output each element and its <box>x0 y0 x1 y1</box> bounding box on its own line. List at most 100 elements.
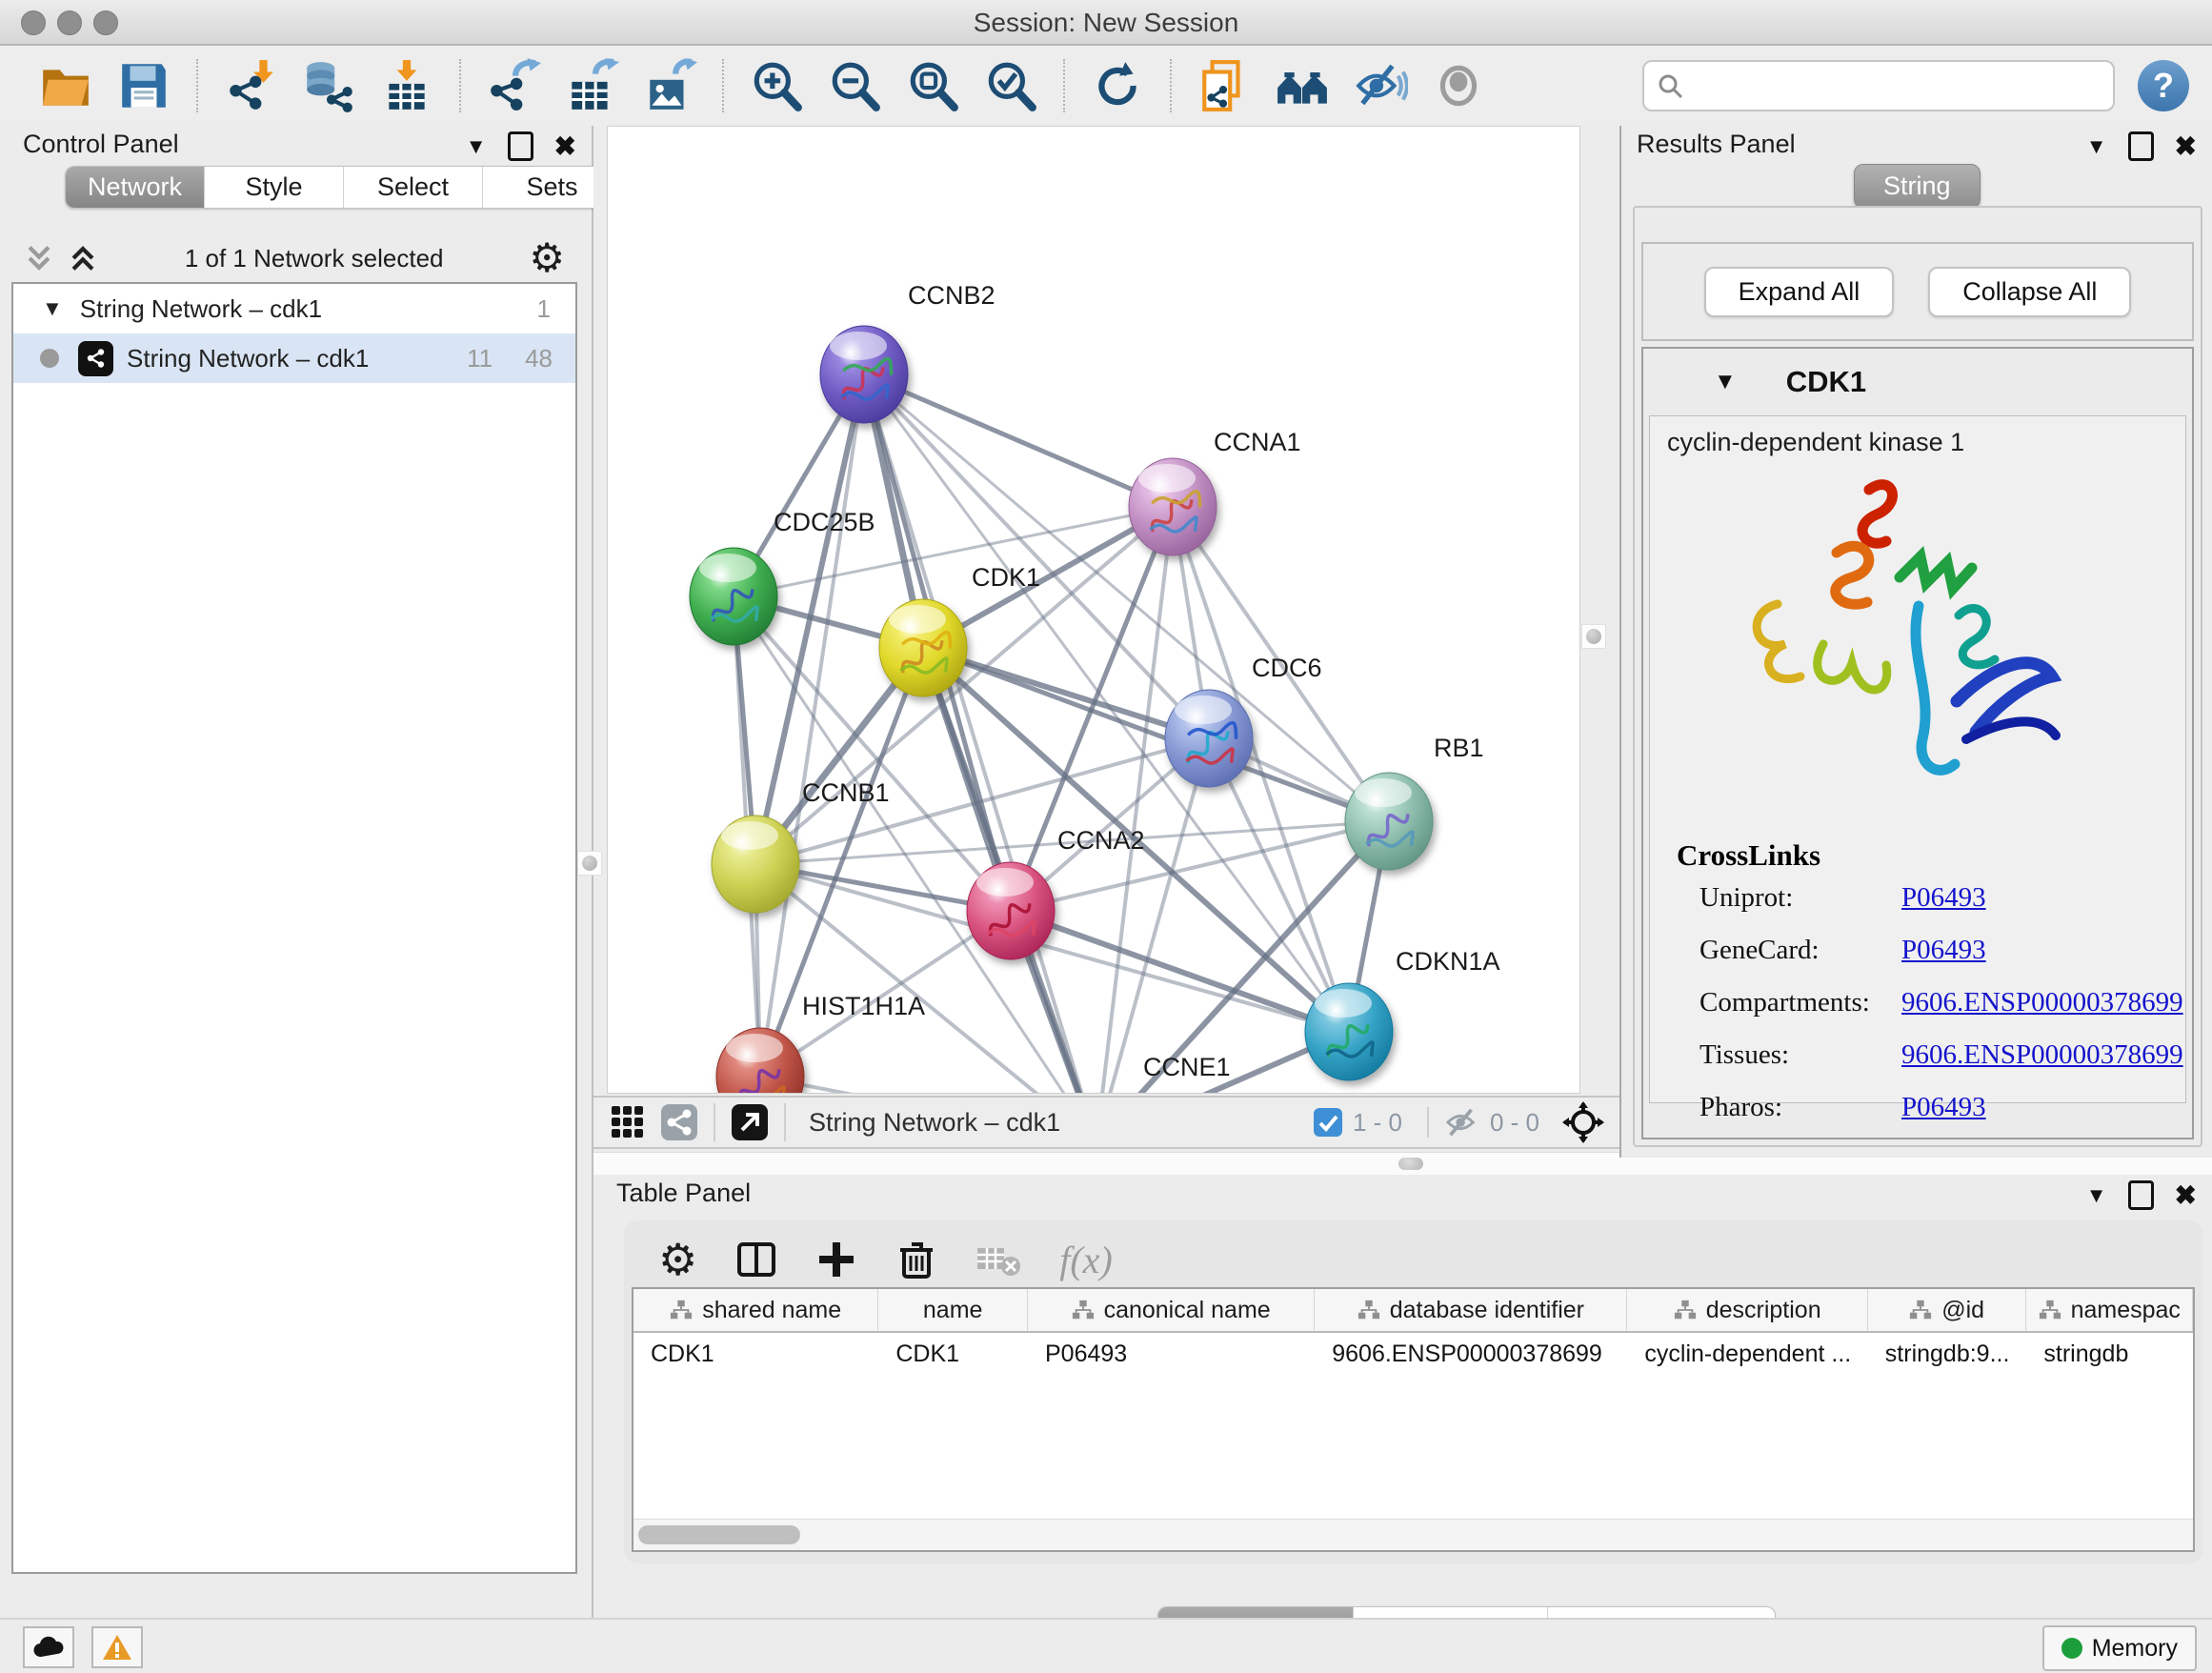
panel-minimize-icon[interactable]: ▼ <box>466 136 487 157</box>
column-header-description[interactable]: description <box>1627 1289 1867 1331</box>
expand-all-button[interactable]: Expand All <box>1704 267 1895 317</box>
column-header-canonical-name[interactable]: canonical name <box>1028 1289 1315 1331</box>
node-CCNA1[interactable] <box>1129 458 1217 555</box>
hidden-eye-icon[interactable] <box>1444 1106 1480 1139</box>
network-options-gear-icon[interactable]: ⚙ <box>529 238 565 278</box>
collapse-all-networks-icon[interactable] <box>67 242 99 274</box>
search-input[interactable] <box>1684 71 2101 102</box>
column-header-shared-name[interactable]: shared name <box>633 1289 878 1331</box>
table-cell[interactable]: P06493 <box>1028 1333 1315 1377</box>
hide-selected-icon[interactable] <box>1353 58 1408 113</box>
grid-view-icon[interactable] <box>609 1103 647 1141</box>
search-field[interactable] <box>1642 60 2115 111</box>
zoom-fit-icon[interactable] <box>905 58 960 113</box>
new-network-from-selection-icon[interactable] <box>1196 58 1252 113</box>
column-header-database-identifier[interactable]: database identifier <box>1315 1289 1627 1331</box>
results-tab-string[interactable]: String <box>1854 164 1981 209</box>
node-RB1[interactable] <box>1345 773 1433 870</box>
import-table-icon[interactable] <box>379 58 434 113</box>
network-canvas[interactable]: CCNB2CCNA1CDC25BCDK1CDC6RB1CCNB1CCNA2CDK… <box>607 126 1580 1094</box>
panel-float-icon[interactable] <box>2128 1180 2154 1210</box>
save-session-icon[interactable] <box>116 58 171 113</box>
export-network-icon[interactable] <box>486 58 541 113</box>
node-CDC6[interactable] <box>1165 690 1253 787</box>
export-image-icon[interactable] <box>642 58 697 113</box>
left-splitter-handle[interactable] <box>577 851 602 876</box>
open-session-icon[interactable] <box>38 58 93 113</box>
crosslink-link[interactable]: 9606.ENSP00000378699 <box>1901 1039 2183 1071</box>
tab-network[interactable]: Network <box>66 167 205 208</box>
memory-status-dot-icon <box>2061 1638 2082 1659</box>
first-neighbors-icon[interactable] <box>1275 58 1330 113</box>
table-cell[interactable]: 9606.ENSP00000378699 <box>1315 1333 1627 1377</box>
scrollbar-thumb[interactable] <box>638 1525 800 1544</box>
table-cell[interactable]: CDK1 <box>633 1333 878 1377</box>
network-row-selected[interactable]: String Network – cdk1 11 48 <box>13 333 575 383</box>
panel-float-icon[interactable] <box>2128 131 2154 161</box>
column-label: namespac <box>2071 1297 2181 1324</box>
table-cell[interactable]: stringdb:9... <box>1868 1333 2027 1377</box>
right-splitter-handle[interactable] <box>1581 624 1606 649</box>
tab-select[interactable]: Select <box>344 167 483 208</box>
warnings-button[interactable] <box>91 1626 143 1668</box>
edge-b2-rb[interactable] <box>864 374 1389 821</box>
import-network-database-icon[interactable] <box>301 58 356 113</box>
table-horizontal-scrollbar[interactable] <box>633 1519 2193 1550</box>
birdseye-view-icon[interactable] <box>731 1103 769 1141</box>
network-collection-row[interactable]: ▼ String Network – cdk1 1 <box>13 284 575 333</box>
network-edges[interactable] <box>734 374 1389 1093</box>
edge-h1-e1[interactable] <box>760 1077 1096 1093</box>
column-header-namespac[interactable]: namespac <box>2026 1289 2193 1331</box>
selected-checkbox-icon[interactable] <box>1313 1107 1343 1138</box>
panel-close-icon[interactable]: ✖ <box>2175 133 2197 160</box>
show-all-icon[interactable] <box>1431 58 1486 113</box>
edge-b2-p21[interactable] <box>864 374 1349 1032</box>
refresh-icon[interactable] <box>1090 58 1145 113</box>
zoom-in-icon[interactable] <box>749 58 804 113</box>
crosshair-mode-icon[interactable] <box>1562 1101 1604 1143</box>
collection-disclosure-icon[interactable]: ▼ <box>42 296 63 321</box>
horizontal-splitter-handle[interactable] <box>1398 1158 1423 1170</box>
crosslink-link[interactable]: P06493 <box>1901 882 1986 914</box>
import-network-file-icon[interactable] <box>223 58 278 113</box>
cloud-status-button[interactable] <box>23 1626 74 1668</box>
memory-button[interactable]: Memory <box>2042 1625 2197 1671</box>
entry-disclosure-icon[interactable]: ▼ <box>1714 369 1737 395</box>
edge-b2-a1[interactable] <box>864 374 1173 507</box>
node-CDKN1A[interactable] <box>1305 983 1393 1080</box>
network-share-view-icon[interactable] <box>660 1103 698 1141</box>
panel-minimize-icon[interactable]: ▼ <box>2086 1185 2107 1206</box>
crosslink-link[interactable]: P06493 <box>1901 935 1986 966</box>
panel-minimize-icon[interactable]: ▼ <box>2086 136 2107 157</box>
column-header-name[interactable]: name <box>878 1289 1028 1331</box>
node-CDC25B[interactable] <box>690 548 777 645</box>
node-CCNA2[interactable] <box>967 862 1055 959</box>
zoom-out-icon[interactable] <box>827 58 882 113</box>
export-table-icon[interactable] <box>564 58 619 113</box>
show-columns-icon[interactable] <box>735 1239 777 1280</box>
delete-column-icon[interactable] <box>895 1239 937 1280</box>
node-HIST1H1A[interactable] <box>716 1028 804 1093</box>
node-result-header[interactable]: ▼ CDK1 <box>1643 349 2192 415</box>
crosslink-link[interactable]: 9606.ENSP00000378699 <box>1901 987 2183 1018</box>
zoom-selected-icon[interactable] <box>983 58 1038 113</box>
panel-close-icon[interactable]: ✖ <box>2175 1182 2197 1209</box>
crosslink-label: Tissues: <box>1699 1039 1901 1071</box>
help-button[interactable]: ? <box>2138 60 2189 111</box>
table-cell[interactable]: CDK1 <box>878 1333 1028 1377</box>
table-cell[interactable]: stringdb <box>2026 1333 2193 1377</box>
tab-style[interactable]: Style <box>205 167 344 208</box>
add-column-icon[interactable] <box>815 1239 857 1280</box>
node-CCNB2[interactable] <box>820 326 908 423</box>
node-CDK1[interactable] <box>879 599 967 696</box>
table-options-gear-icon[interactable]: ⚙ <box>658 1238 697 1281</box>
network-view-title: String Network – cdk1 <box>809 1108 1313 1138</box>
node-CCNB1[interactable] <box>712 816 799 913</box>
crosslink-link[interactable]: P06493 <box>1901 1092 1986 1123</box>
expand-all-networks-icon[interactable] <box>23 242 55 274</box>
collapse-all-button[interactable]: Collapse All <box>1928 267 2131 317</box>
table-cell[interactable]: cyclin-dependent ... <box>1627 1333 1867 1377</box>
column-header-@id[interactable]: @id <box>1868 1289 2027 1331</box>
panel-close-icon[interactable]: ✖ <box>554 133 576 160</box>
panel-float-icon[interactable] <box>508 131 533 161</box>
